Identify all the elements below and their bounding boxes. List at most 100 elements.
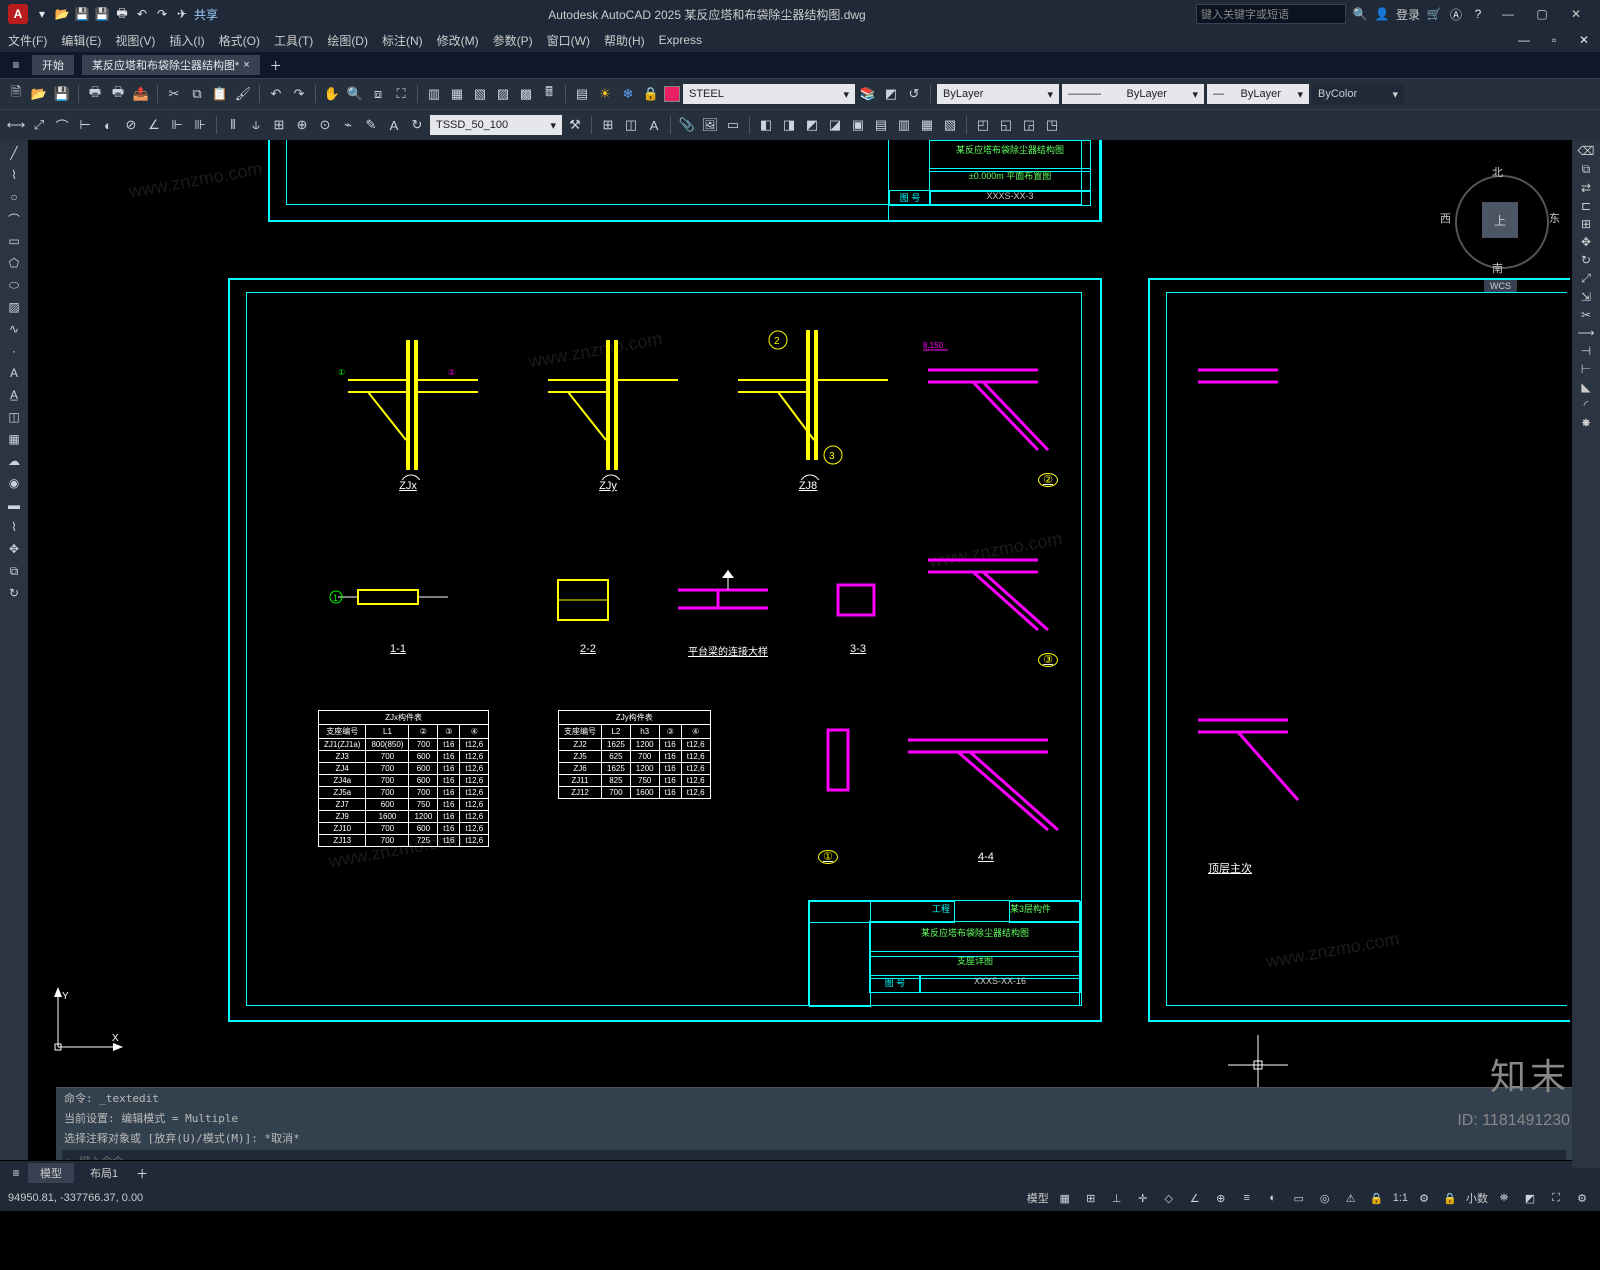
extra5-icon[interactable]: ▣ xyxy=(848,115,868,135)
block-icon[interactable]: ◫ xyxy=(621,115,641,135)
viewcube-north[interactable]: 北 xyxy=(1492,164,1503,180)
dimstyle-dropdown[interactable]: TSSD_50_100▾ xyxy=(430,115,562,135)
dim-aligned-icon[interactable]: ⤢ xyxy=(29,115,49,135)
table-icon[interactable]: ▦ xyxy=(4,430,24,448)
zoom-ext-icon[interactable]: ⛶ xyxy=(391,84,411,104)
menu-view[interactable]: 视图(V) xyxy=(115,32,155,49)
region-icon[interactable]: ◫ xyxy=(4,408,24,426)
share-icon[interactable]: ✈ xyxy=(174,6,190,22)
viewcube-east[interactable]: 东 xyxy=(1549,210,1560,226)
viewcube-west[interactable]: 西 xyxy=(1440,210,1451,226)
break-icon[interactable]: ⊣ xyxy=(1581,344,1591,358)
copy2-icon[interactable]: ⧉ xyxy=(4,562,24,580)
image-icon[interactable]: 🖼 xyxy=(700,115,720,135)
viewcube-wcs[interactable]: WCS xyxy=(1484,280,1517,292)
layer-state-icon[interactable]: 📚 xyxy=(858,84,878,104)
help-icon[interactable]: ? xyxy=(1470,6,1486,22)
menu-edit[interactable]: 编辑(E) xyxy=(61,32,101,49)
fillet-icon[interactable]: ◜ xyxy=(1584,398,1589,412)
tab-layout1[interactable]: 布局1 xyxy=(78,1163,130,1183)
erase-icon[interactable]: ⌫ xyxy=(1578,144,1595,158)
dim-ang-icon[interactable]: ∠ xyxy=(144,115,164,135)
offset-icon[interactable]: ⊏ xyxy=(1581,199,1591,213)
iso-icon[interactable]: ◩ xyxy=(1520,1188,1540,1208)
color-dropdown[interactable]: ByLayer▾ xyxy=(937,84,1059,104)
otrack-icon[interactable]: ∠ xyxy=(1185,1188,1205,1208)
layer-iso-icon[interactable]: ◩ xyxy=(881,84,901,104)
menu-restore-icon[interactable]: ▫ xyxy=(1546,32,1562,48)
mtext-icon[interactable]: A̲ xyxy=(4,386,24,404)
wipeout-icon[interactable]: ▬ xyxy=(4,496,24,514)
dc-icon[interactable]: ▦ xyxy=(447,84,467,104)
explode-icon[interactable]: ✸ xyxy=(1581,416,1591,430)
dim-tedit-icon[interactable]: A xyxy=(384,115,404,135)
spline-icon[interactable]: ∿ xyxy=(4,320,24,338)
share-label[interactable]: 共享 xyxy=(194,6,218,23)
menu-format[interactable]: 格式(O) xyxy=(219,32,260,49)
stretch-icon[interactable]: ⇲ xyxy=(1581,290,1591,304)
extra8-icon[interactable]: ▦ xyxy=(917,115,937,135)
extra3-icon[interactable]: ◩ xyxy=(802,115,822,135)
rect-icon[interactable]: ▭ xyxy=(4,232,24,250)
plotstyle-dropdown[interactable]: ByColor▾ xyxy=(1312,84,1404,104)
search-input[interactable]: 键入关键字或短语 xyxy=(1196,4,1346,24)
annoscale-dropdown[interactable]: 1:1 xyxy=(1393,1192,1408,1204)
extra10-icon[interactable]: ◰ xyxy=(973,115,993,135)
viewcube[interactable]: 上 北 南 西 东 WCS xyxy=(1450,170,1550,270)
print-preview-icon[interactable]: 🖶 xyxy=(108,84,128,104)
lock-icon[interactable]: 🔒 xyxy=(641,84,661,104)
grid-icon[interactable]: ▦ xyxy=(1055,1188,1075,1208)
inspect-icon[interactable]: ⊙ xyxy=(315,115,335,135)
extra4-icon[interactable]: ◪ xyxy=(825,115,845,135)
line-icon[interactable]: ╱ xyxy=(4,144,24,162)
dim-edit-icon[interactable]: ✎ xyxy=(361,115,381,135)
ws-icon[interactable]: ⚙ xyxy=(1414,1188,1434,1208)
app-icon[interactable]: A xyxy=(8,4,28,24)
freeze-icon[interactable]: ❄ xyxy=(618,84,638,104)
extra12-icon[interactable]: ◲ xyxy=(1019,115,1039,135)
mirror-icon[interactable]: ⇄ xyxy=(1581,181,1591,195)
pline-icon[interactable]: ⌇ xyxy=(4,166,24,184)
markup-icon[interactable]: ▩ xyxy=(516,84,536,104)
sc-icon[interactable]: ◎ xyxy=(1315,1188,1335,1208)
menu-express[interactable]: Express xyxy=(659,33,702,47)
copy3-icon[interactable]: ⧉ xyxy=(1582,162,1591,177)
dim-dia-icon[interactable]: ⊘ xyxy=(121,115,141,135)
units-dropdown[interactable]: 小数 xyxy=(1466,1190,1488,1206)
menu-file[interactable]: 文件(F) xyxy=(8,32,47,49)
extra11-icon[interactable]: ◱ xyxy=(996,115,1016,135)
autoscale-icon[interactable]: 🔒 xyxy=(1367,1188,1387,1208)
publish-icon[interactable]: 📤 xyxy=(131,84,151,104)
polygon-icon[interactable]: ⬠ xyxy=(4,254,24,272)
dim-break-icon[interactable]: ⫝ xyxy=(246,115,266,135)
array-icon[interactable]: ⊞ xyxy=(1581,217,1591,231)
new-file-icon[interactable]: 🗎 xyxy=(6,84,26,104)
viewcube-south[interactable]: 南 xyxy=(1492,260,1503,276)
maximize-button[interactable]: ▢ xyxy=(1526,4,1558,24)
tab-start[interactable]: 开始 xyxy=(32,55,74,75)
rotate-icon[interactable]: ↻ xyxy=(4,584,24,602)
extend-icon[interactable]: ⟶ xyxy=(1577,326,1594,340)
menu-param[interactable]: 参数(P) xyxy=(493,32,533,49)
donut-icon[interactable]: ◉ xyxy=(4,474,24,492)
dim-cont-icon[interactable]: ⊪ xyxy=(190,115,210,135)
zoom-win-icon[interactable]: ⧈ xyxy=(368,84,388,104)
dimstyle-icon[interactable]: ⚒ xyxy=(565,115,585,135)
revcloud-icon[interactable]: ☁ xyxy=(4,452,24,470)
plot-icon[interactable]: 🖶 xyxy=(114,6,130,22)
linetype-dropdown[interactable]: ———ByLayer▾ xyxy=(1062,84,1204,104)
login-label[interactable]: 登录 xyxy=(1396,6,1420,23)
cmd-prompt[interactable]: 键入命令 xyxy=(80,1153,124,1160)
scale-icon[interactable]: ⤢ xyxy=(1581,271,1591,286)
paste-icon[interactable]: 📋 xyxy=(210,84,230,104)
extra6-icon[interactable]: ▤ xyxy=(871,115,891,135)
tab-add-icon[interactable]: ＋ xyxy=(268,57,284,73)
layer-prev-icon[interactable]: ↺ xyxy=(904,84,924,104)
rotate2-icon[interactable]: ↻ xyxy=(1581,253,1591,267)
clean-icon[interactable]: ⛶ xyxy=(1546,1188,1566,1208)
circle-icon[interactable]: ○ xyxy=(4,188,24,206)
move2-icon[interactable]: ✥ xyxy=(1581,235,1591,249)
extra13-icon[interactable]: ◳ xyxy=(1042,115,1062,135)
hardware-icon[interactable]: ⛯ xyxy=(1494,1188,1514,1208)
ellipse-icon[interactable]: ⬭ xyxy=(4,276,24,294)
